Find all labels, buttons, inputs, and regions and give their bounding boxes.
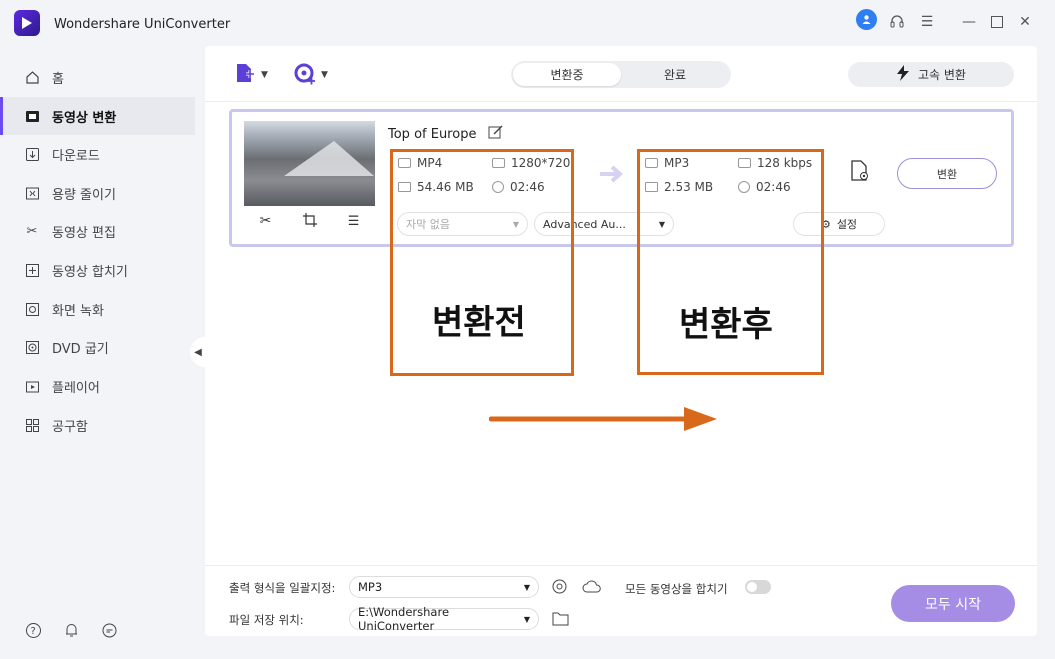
scissors-icon: ✂ <box>26 223 38 239</box>
chevron-down-icon: ▼ <box>523 582 530 592</box>
sidebar-item-label: 동영상 편집 <box>52 225 116 241</box>
toolbox-icon <box>24 417 40 433</box>
save-path-label: 파일 저장 위치: <box>229 613 304 627</box>
before-annotation-label: 변환전 <box>432 303 526 343</box>
sidebar-item-label: 플레이어 <box>52 380 100 396</box>
sidebar-item-toolbox[interactable]: 공구함 <box>0 406 195 444</box>
fast-convert-label: 고속 변환 <box>918 68 966 82</box>
home-icon <box>24 69 40 85</box>
merge-icon <box>24 262 40 278</box>
tab-converting[interactable]: 변환중 <box>513 63 621 86</box>
sidebar-item-label: 용량 줄이기 <box>52 187 116 203</box>
sidebar-item-screen-record[interactable]: 화면 녹화 <box>0 290 195 328</box>
effects-list-icon[interactable]: ☰ <box>348 214 360 229</box>
status-tabs: 변환중 완료 <box>511 61 731 88</box>
sidebar-item-download[interactable]: 다운로드 <box>0 135 195 173</box>
title-bar: Wondershare UniConverter ☰ — ✕ <box>0 0 1055 46</box>
sidebar-item-label: 다운로드 <box>52 148 100 164</box>
chevron-down-icon: ▼ <box>523 614 530 624</box>
file-name: Top of Europe <box>388 127 477 142</box>
close-icon[interactable]: ✕ <box>1014 10 1036 34</box>
bell-icon[interactable] <box>62 621 80 639</box>
save-path-select[interactable]: E:\Wondershare UniConverter ▼ <box>349 605 539 633</box>
output-format-select[interactable]: MP3 ▼ <box>349 576 539 598</box>
format-settings-icon[interactable] <box>551 578 568 598</box>
add-file-icon <box>233 62 257 89</box>
minimize-icon[interactable]: — <box>958 10 980 34</box>
video-thumbnail[interactable] <box>244 121 375 206</box>
headset-icon[interactable] <box>886 10 908 34</box>
add-media-button[interactable]: ▼ <box>293 62 328 88</box>
sidebar-item-dvd[interactable]: DVD 굽기 <box>0 328 195 366</box>
sidebar-item-label: 동영상 변환 <box>52 110 117 126</box>
add-media-icon <box>293 62 317 89</box>
sidebar-item-label: 화면 녹화 <box>52 303 104 319</box>
sidebar-item-merge[interactable]: 동영상 합치기 <box>0 251 195 289</box>
main-panel: ▼ ▼ 변환중 완료 고속 변환 ✂ ☰ Top of Europe MP4 1… <box>205 46 1037 636</box>
folder-open-icon[interactable] <box>552 611 569 629</box>
download-icon <box>24 146 40 162</box>
compress-icon <box>24 185 40 201</box>
feedback-icon[interactable] <box>100 621 118 639</box>
dvd-icon <box>24 339 40 355</box>
rename-edit-icon[interactable] <box>488 124 504 143</box>
sidebar-item-label: DVD 굽기 <box>52 341 109 357</box>
svg-text:?: ? <box>30 626 35 637</box>
file-card: ✂ ☰ Top of Europe MP4 1280*720 54.46 MB … <box>229 109 1014 247</box>
add-file-button[interactable]: ▼ <box>233 62 268 88</box>
lightning-icon <box>896 65 910 84</box>
start-all-button[interactable]: 모두 시작 <box>891 585 1015 622</box>
sidebar-item-compress[interactable]: 용량 줄이기 <box>0 174 195 212</box>
sidebar-item-video-convert[interactable]: 동영상 변환 <box>0 97 195 135</box>
help-icon[interactable]: ? <box>24 621 42 639</box>
sidebar-item-label: 공구함 <box>52 419 88 435</box>
toolbar: ▼ ▼ 변환중 완료 고속 변환 <box>205 46 1037 102</box>
maximize-icon[interactable] <box>986 10 1008 34</box>
fast-convert-button[interactable]: 고속 변환 <box>848 62 1014 87</box>
menu-icon[interactable]: ☰ <box>916 10 938 34</box>
after-annotation-label: 변환후 <box>679 305 773 345</box>
sidebar-item-home[interactable]: 홈 <box>0 58 195 96</box>
player-icon <box>24 378 40 394</box>
convert-arrow-icon <box>598 164 628 187</box>
merge-all-toggle[interactable] <box>745 580 771 594</box>
convert-button[interactable]: 변환 <box>897 158 997 189</box>
cloud-icon[interactable] <box>582 578 602 598</box>
sidebar-item-player[interactable]: 플레이어 <box>0 367 195 405</box>
convert-icon <box>24 108 40 124</box>
annotation-arrow-icon <box>488 404 721 437</box>
trim-scissors-icon[interactable]: ✂ <box>260 213 272 229</box>
user-account-icon[interactable] <box>856 9 877 30</box>
sidebar-bottom-icons: ? <box>24 621 118 639</box>
chevron-down-icon: ▼ <box>321 70 328 80</box>
crop-icon[interactable] <box>302 212 317 230</box>
app-title: Wondershare UniConverter <box>54 17 231 32</box>
sidebar-item-video-edit[interactable]: ✂ 동영상 편집 <box>0 212 195 250</box>
sidebar-item-label: 동영상 합치기 <box>52 264 128 280</box>
sidebar-item-label: 홈 <box>52 71 64 87</box>
tab-done[interactable]: 완료 <box>621 63 729 86</box>
output-settings-icon[interactable] <box>838 149 882 193</box>
merge-all-label: 모든 동영상을 합치기 <box>625 582 728 596</box>
chevron-down-icon: ▼ <box>261 70 268 80</box>
app-logo-icon <box>14 10 40 36</box>
sidebar: 홈 동영상 변환 다운로드 용량 줄이기 ✂ 동영상 편집 동영상 합치기 화면… <box>0 46 205 659</box>
thumbnail-tools: ✂ ☰ <box>244 206 375 236</box>
record-icon <box>24 301 40 317</box>
bottom-bar: 출력 형식을 일괄지정: MP3 ▼ 모든 동영상을 합치기 파일 저장 위치: … <box>205 565 1037 636</box>
output-format-label: 출력 형식을 일괄지정: <box>229 581 336 595</box>
